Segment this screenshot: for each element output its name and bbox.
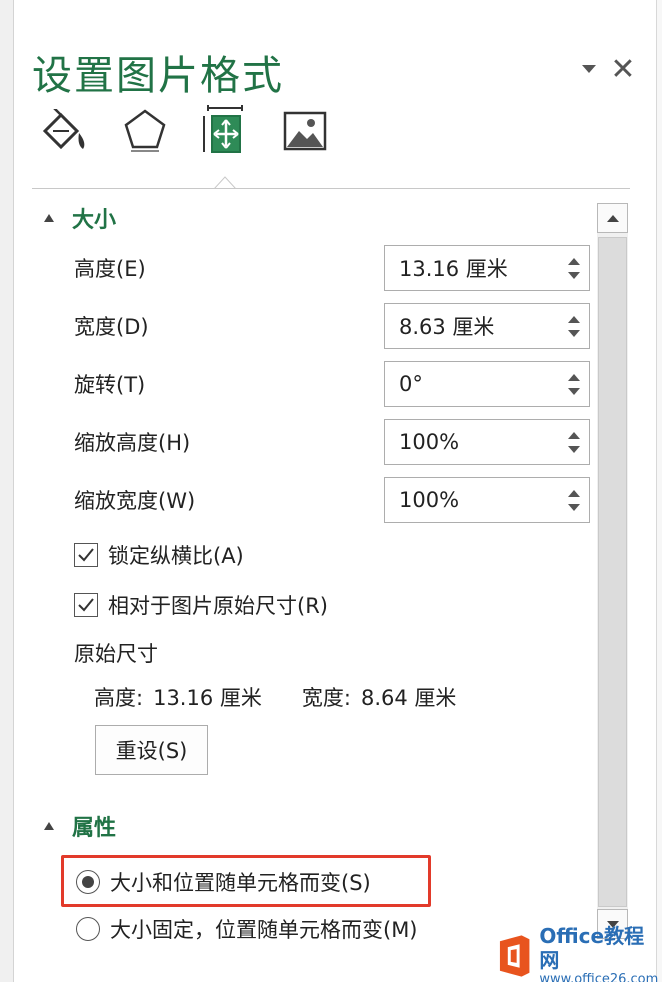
checkmark-icon — [78, 598, 94, 612]
spin-up-icon[interactable] — [568, 315, 580, 323]
properties-section-header[interactable]: 属性 — [44, 810, 116, 842]
scale-height-spinner[interactable]: 100% — [384, 419, 590, 465]
relative-to-original-checkbox[interactable]: 相对于图片原始尺寸(R) — [74, 590, 328, 620]
rotation-label: 旋转(T) — [74, 373, 146, 397]
scale-height-label: 缩放高度(H) — [74, 431, 191, 455]
original-width-value: 8.64 厘米 — [360, 686, 457, 710]
spin-arrows[interactable] — [559, 246, 589, 290]
width-spinner[interactable]: 8.63 厘米 — [384, 303, 590, 349]
move-dont-size-radio[interactable]: 大小固定，位置随单元格而变(M) — [76, 914, 418, 944]
original-size-header: 原始尺寸 — [74, 642, 158, 666]
spin-down-icon[interactable] — [568, 503, 580, 511]
height-spinner[interactable]: 13.16 厘米 — [384, 245, 590, 291]
paint-bucket-icon — [42, 109, 85, 150]
scale-width-value[interactable]: 100% — [385, 488, 559, 512]
width-value[interactable]: 8.63 厘米 — [385, 311, 559, 341]
watermark-url: www.office26.com — [539, 972, 659, 982]
reset-button[interactable]: 重设(S) — [95, 725, 208, 775]
collapse-triangle-icon — [44, 822, 54, 830]
window-edge-right — [656, 0, 662, 982]
rotation-value[interactable]: 0° — [385, 372, 559, 396]
original-height-value: 13.16 厘米 — [153, 686, 262, 710]
window-edge-left — [0, 0, 14, 982]
spin-arrows[interactable] — [559, 304, 589, 348]
original-size-values: 高度: 13.16 厘米 宽度: 8.64 厘米 — [94, 682, 456, 712]
pane-title: 设置图片格式 — [32, 53, 284, 99]
close-pane-button[interactable]: ✕ — [608, 51, 638, 87]
tab-size-properties[interactable] — [198, 105, 252, 156]
checkmark-icon — [78, 548, 94, 562]
scale-width-spinner[interactable]: 100% — [384, 477, 590, 523]
watermark: Office教程网 www.office26.com — [496, 924, 662, 982]
spin-up-icon[interactable] — [568, 257, 580, 265]
lock-aspect-ratio-checkbox[interactable]: 锁定纵横比(A) — [74, 540, 244, 570]
spin-up-icon[interactable] — [568, 373, 580, 381]
original-height-label: 高度: — [94, 686, 144, 710]
checkbox-box[interactable] — [74, 543, 98, 567]
tab-fill-line[interactable] — [38, 106, 92, 156]
spin-arrows[interactable] — [559, 362, 589, 406]
lock-aspect-ratio-label: 锁定纵横比(A) — [108, 544, 244, 568]
rotation-spinner[interactable]: 0° — [384, 361, 590, 407]
properties-section-label: 属性 — [72, 816, 117, 841]
spin-down-icon[interactable] — [568, 387, 580, 395]
office-logo-icon — [499, 935, 530, 977]
width-label: 宽度(D) — [74, 315, 149, 339]
close-icon: ✕ — [610, 51, 636, 87]
scale-height-value[interactable]: 100% — [385, 430, 559, 454]
watermark-title: Office教程网 — [539, 924, 645, 972]
tab-divider — [32, 188, 630, 189]
size-position-icon — [203, 105, 243, 153]
scroll-up-button[interactable] — [597, 203, 628, 233]
spin-arrows[interactable] — [559, 420, 589, 464]
picture-icon — [283, 111, 327, 151]
scroll-up-icon — [606, 214, 619, 222]
task-pane-options-button[interactable] — [574, 54, 604, 84]
height-label: 高度(E) — [74, 257, 146, 281]
radio-circle[interactable] — [76, 917, 100, 941]
spin-down-icon[interactable] — [568, 445, 580, 453]
tab-effects[interactable] — [118, 106, 172, 156]
size-section-label: 大小 — [72, 208, 117, 233]
highlight-box — [61, 855, 431, 907]
scroll-thumb[interactable] — [598, 237, 627, 907]
scale-width-label: 缩放宽度(W) — [74, 489, 196, 513]
spin-up-icon[interactable] — [568, 431, 580, 439]
tab-picture[interactable] — [278, 106, 332, 156]
spin-up-icon[interactable] — [568, 489, 580, 497]
original-width-label: 宽度: — [301, 686, 351, 710]
chevron-down-icon — [582, 65, 596, 73]
relative-to-original-label: 相对于图片原始尺寸(R) — [108, 594, 328, 618]
pentagon-icon — [124, 109, 166, 152]
spin-arrows[interactable] — [559, 478, 589, 522]
active-tab-indicator — [214, 176, 236, 189]
checkbox-box[interactable] — [74, 593, 98, 617]
collapse-triangle-icon — [44, 214, 54, 222]
size-section-header[interactable]: 大小 — [44, 202, 116, 234]
spin-down-icon[interactable] — [568, 271, 580, 279]
move-dont-size-label: 大小固定，位置随单元格而变(M) — [110, 918, 418, 942]
spin-down-icon[interactable] — [568, 329, 580, 337]
height-value[interactable]: 13.16 厘米 — [385, 253, 559, 283]
vertical-scrollbar[interactable] — [597, 203, 628, 939]
